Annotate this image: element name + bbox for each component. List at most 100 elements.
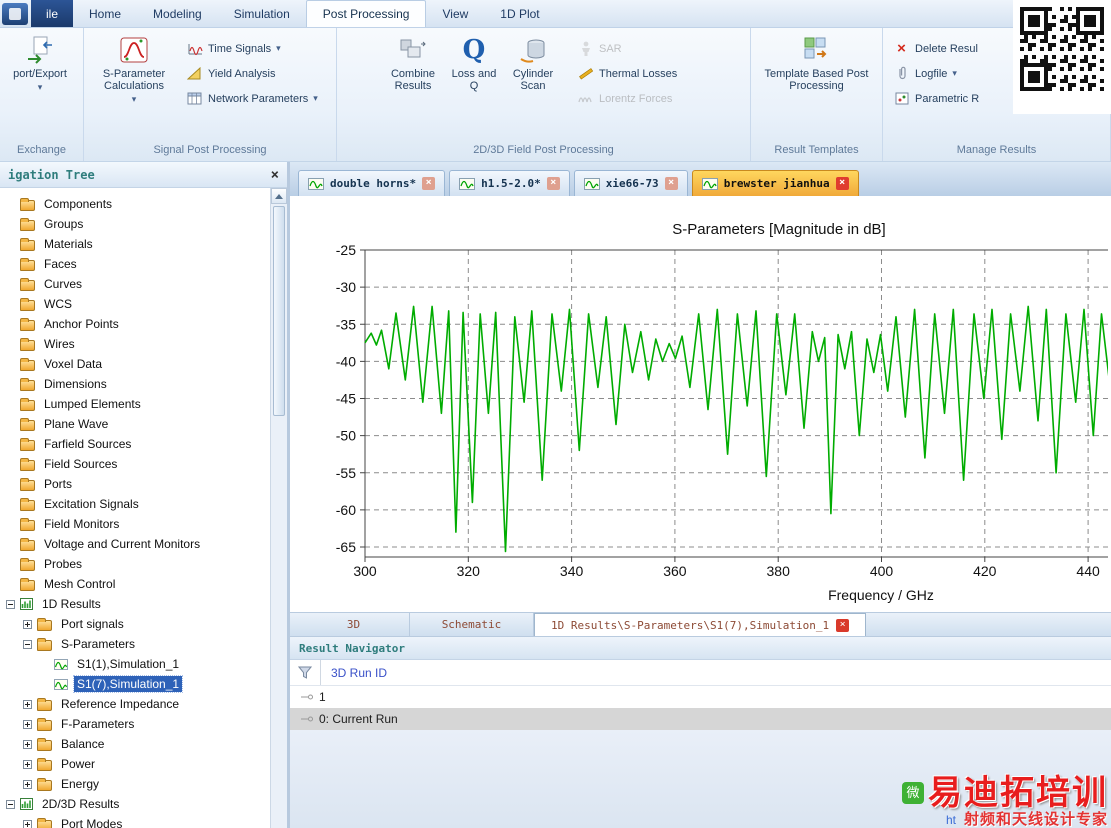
dropdown-arrow-icon[interactable]: ▾ (132, 94, 137, 105)
sar-button[interactable]: SAR (577, 41, 677, 56)
svg-text:340: 340 (560, 563, 584, 579)
thermal-losses-button[interactable]: Thermal Losses (577, 66, 677, 81)
yield-analysis-button[interactable]: Yield Analysis (186, 66, 318, 81)
close-icon[interactable]: × (546, 177, 560, 190)
tree-item-1d-results[interactable]: 1D Results (0, 594, 269, 614)
tree-item-wires[interactable]: Wires (0, 334, 269, 354)
tree-item-f-parameters[interactable]: F-Parameters (0, 714, 269, 734)
delete-results-button[interactable]: × Delete Resul (893, 41, 979, 56)
ribbon-tab-post-processing[interactable]: Post Processing (305, 0, 427, 27)
tree-item-probes[interactable]: Probes (0, 554, 269, 574)
close-icon[interactable]: × (271, 168, 279, 182)
folder-icon (20, 437, 35, 451)
svg-text:-25: -25 (336, 242, 356, 258)
document-tab-h1-5-2-0[interactable]: h1.5-2.0* × (449, 170, 570, 196)
close-icon[interactable]: × (422, 177, 436, 190)
tree-item-ports[interactable]: Ports (0, 474, 269, 494)
run-id-row-1[interactable]: 1 (290, 686, 1111, 708)
tree-item-balance[interactable]: Balance (0, 734, 269, 754)
filter-funnel-icon[interactable] (290, 666, 320, 679)
view-tab-3d[interactable]: 3D (298, 613, 410, 636)
collapse-icon[interactable] (6, 599, 15, 609)
tree-item-2d-3d-results[interactable]: 2D/3D Results (0, 794, 269, 814)
svg-text:-50: -50 (336, 428, 356, 444)
combine-results-icon (397, 35, 429, 65)
ribbon-tab-view[interactable]: View (426, 0, 484, 27)
tree-item-voltage-and-current-monitors[interactable]: Voltage and Current Monitors (0, 534, 269, 554)
expand-icon[interactable] (23, 779, 32, 789)
network-parameters-label: Network Parameters (208, 92, 309, 105)
tree-item-s1-7-simulation-1[interactable]: S1(7),Simulation_1 (0, 674, 269, 694)
expand-icon[interactable] (23, 699, 32, 709)
tree-item-energy[interactable]: Energy (0, 774, 269, 794)
import-export-icon (24, 35, 56, 65)
tree-item-faces[interactable]: Faces (0, 254, 269, 274)
tree-item-lumped-elements[interactable]: Lumped Elements (0, 394, 269, 414)
ribbon-tab-simulation[interactable]: Simulation (218, 0, 306, 27)
tree-item-farfield-sources[interactable]: Farfield Sources (0, 434, 269, 454)
tree-item-s1-1-simulation-1[interactable]: S1(1),Simulation_1 (0, 654, 269, 674)
tree-item-plane-wave[interactable]: Plane Wave (0, 414, 269, 434)
combine-results-button[interactable]: Combine Results (381, 32, 445, 92)
tree-item-mesh-control[interactable]: Mesh Control (0, 574, 269, 594)
ribbon-tab-1d-plot[interactable]: 1D Plot (484, 0, 555, 27)
close-icon[interactable]: × (664, 177, 678, 190)
tree-scrollbar[interactable] (270, 188, 287, 828)
time-signals-button[interactable]: Time Signals ▾ (186, 41, 318, 56)
tree-item-port-modes[interactable]: Port Modes (0, 814, 269, 828)
collapse-icon[interactable] (23, 639, 32, 649)
tree-item-field-monitors[interactable]: Field Monitors (0, 514, 269, 534)
parametric-results-button[interactable]: Parametric R (893, 91, 979, 106)
document-tab-xie66-73[interactable]: xie66-73 × (573, 170, 688, 196)
lorentz-forces-button[interactable]: Lorentz Forces (577, 91, 677, 106)
tree-item-power[interactable]: Power (0, 754, 269, 774)
cylinder-scan-button[interactable]: Cylinder Scan (503, 32, 563, 92)
ribbon-tab-modeling[interactable]: Modeling (137, 0, 218, 27)
expand-icon[interactable] (23, 739, 32, 749)
run-id-row-0-current-run[interactable]: 0: Current Run (290, 708, 1111, 730)
tree-item-curves[interactable]: Curves (0, 274, 269, 294)
tree-item-voxel-data[interactable]: Voxel Data (0, 354, 269, 374)
run-id-column-header[interactable]: 3D Run ID (320, 660, 1111, 685)
template-based-post-processing-icon (801, 35, 833, 65)
app-logo-icon[interactable] (2, 3, 28, 25)
template-based-post-processing-button[interactable]: Template Based Post Processing (762, 32, 872, 92)
chart-title: S-Parameters [Magnitude in dB] (672, 221, 885, 238)
plot-area: 300 320 340 360 380 400 420 440 -25 -30 -35 -40 -45 -… (290, 196, 1111, 612)
logfile-button[interactable]: Logfile ▾ (893, 66, 979, 81)
tree-item-label: Voxel Data (44, 357, 103, 371)
scroll-up-button[interactable] (271, 188, 287, 204)
tree-item-field-sources[interactable]: Field Sources (0, 454, 269, 474)
file-tab[interactable]: ile (31, 0, 74, 27)
network-parameters-button[interactable]: Network Parameters ▾ (186, 91, 318, 106)
ribbon-tab-home[interactable]: Home (73, 0, 137, 27)
tree-item-s-parameters[interactable]: S-Parameters (0, 634, 269, 654)
expand-icon[interactable] (23, 759, 32, 769)
dropdown-arrow-icon[interactable]: ▾ (38, 82, 43, 93)
view-tab-schematic[interactable]: Schematic (410, 613, 534, 636)
expand-icon[interactable] (23, 819, 32, 828)
tree-item-wcs[interactable]: WCS (0, 294, 269, 314)
expand-icon[interactable] (23, 619, 32, 629)
s-parameter-chart[interactable]: 300 320 340 360 380 400 420 440 -25 -30 -35 -40 -45 -… (290, 196, 1108, 612)
tree-item-excitation-signals[interactable]: Excitation Signals (0, 494, 269, 514)
scrollbar-thumb[interactable] (273, 206, 285, 416)
tree-item-materials[interactable]: Materials (0, 234, 269, 254)
tree-item-groups[interactable]: Groups (0, 214, 269, 234)
tree-item-reference-impedance[interactable]: Reference Impedance (0, 694, 269, 714)
tree-item-dimensions[interactable]: Dimensions (0, 374, 269, 394)
view-tab-1d-results-s-parameters-s1-7-simulation-1[interactable]: 1D Results\S-Parameters\S1(7),Simulation… (534, 613, 867, 636)
document-tab-double-horns[interactable]: double horns* × (298, 170, 446, 196)
close-icon[interactable]: × (836, 618, 850, 632)
loss-and-q-button[interactable]: Q Loss and Q (445, 32, 503, 92)
tree-item-anchor-points[interactable]: Anchor Points (0, 314, 269, 334)
signal-curve-icon (54, 678, 68, 690)
import-export-button[interactable]: port/Export ▾ (4, 32, 76, 93)
tree-item-port-signals[interactable]: Port signals (0, 614, 269, 634)
collapse-icon[interactable] (6, 799, 15, 809)
tree-item-components[interactable]: Components (0, 194, 269, 214)
s-parameter-calculations-button[interactable]: S-Parameter Calculations ▾ (88, 32, 180, 105)
expand-icon[interactable] (23, 719, 32, 729)
close-icon[interactable]: × (835, 177, 849, 190)
document-tab-brewster-jianhua[interactable]: brewster jianhua × (691, 170, 859, 196)
